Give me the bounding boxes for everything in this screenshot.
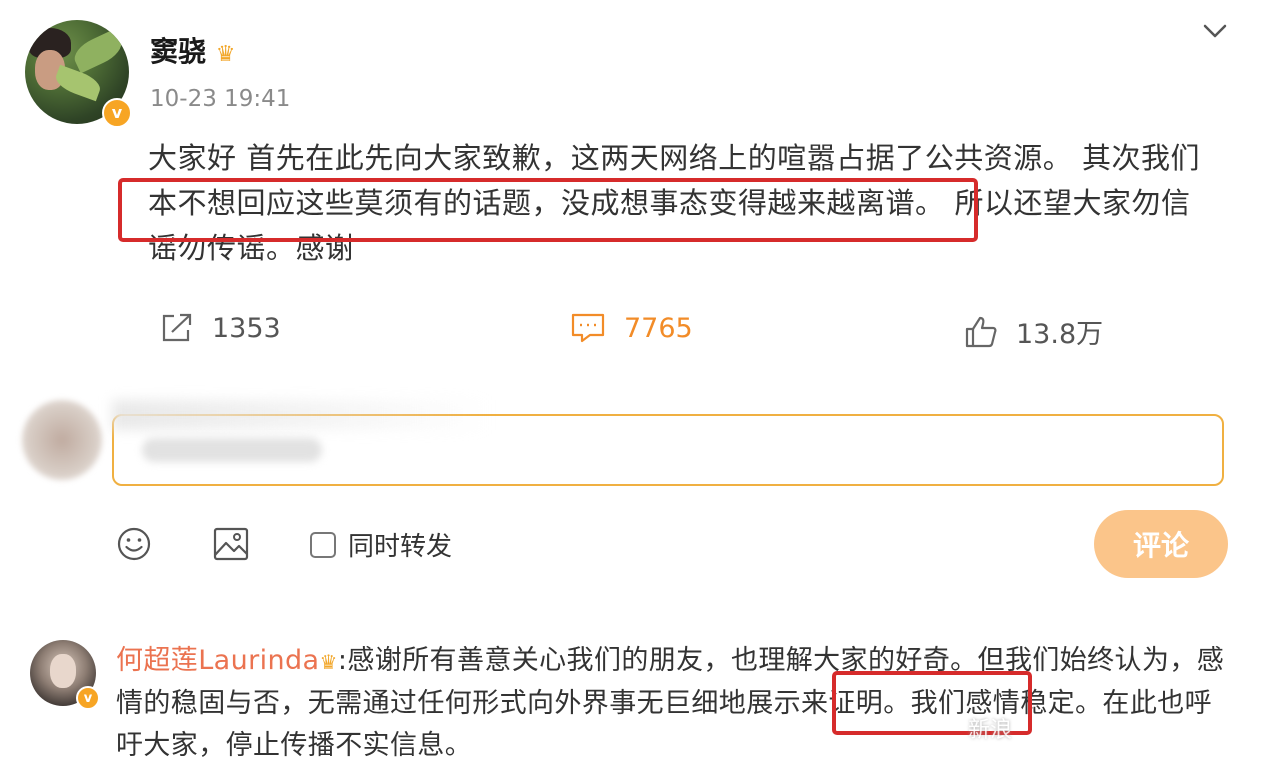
crown-icon: ♛ (319, 650, 338, 674)
comment-count: 7765 (624, 312, 693, 344)
image-icon[interactable] (212, 526, 250, 562)
emoji-icon[interactable] (116, 526, 152, 562)
like-button[interactable]: 13.8万 (964, 312, 1103, 351)
post-text-rest: 所以还望大家勿信 (954, 186, 1191, 220)
reply-author-name[interactable]: 何超莲Laurinda (116, 645, 320, 676)
chevron-down-icon[interactable] (1202, 18, 1228, 44)
share-button[interactable]: 1353 (160, 312, 281, 344)
like-count: 13.8万 (1016, 319, 1104, 350)
repost-label: 同时转发 (348, 532, 453, 562)
post-text-line: 大家好 首先在此先向大家致歉，这两天网络上的喧嚣占据了公共资源。 其次我们 (148, 141, 1200, 175)
crown-icon: ♛ (215, 42, 236, 67)
repost-toggle[interactable]: 同时转发 (310, 526, 452, 563)
share-count: 1353 (212, 312, 281, 344)
author-name[interactable]: 窦骁 ♛ (150, 30, 236, 70)
thumbs-up-icon (965, 316, 997, 347)
comment-button[interactable]: 7765 (570, 312, 693, 344)
reply-body: 何超莲Laurinda♛:感谢所有善意关心我们的朋友，也理解大家的好奇。但我们始… (116, 640, 1236, 767)
comment-icon (571, 313, 605, 343)
post-timestamp[interactable]: 10-23 19:41 (150, 86, 290, 112)
share-icon (162, 313, 192, 342)
repost-checkbox[interactable] (310, 531, 336, 558)
current-user-avatar (22, 400, 102, 480)
highlight-box (118, 178, 978, 242)
watermark: 新浪 (968, 718, 1013, 743)
author-name-text: 窦骁 (150, 35, 207, 68)
verified-badge-icon: v (102, 98, 132, 128)
submit-comment-button[interactable]: 评论 (1094, 510, 1228, 578)
verified-badge-icon: v (76, 686, 100, 710)
reply-separator: : (337, 645, 348, 676)
blur-overlay (142, 438, 322, 462)
blur-overlay (112, 400, 492, 430)
